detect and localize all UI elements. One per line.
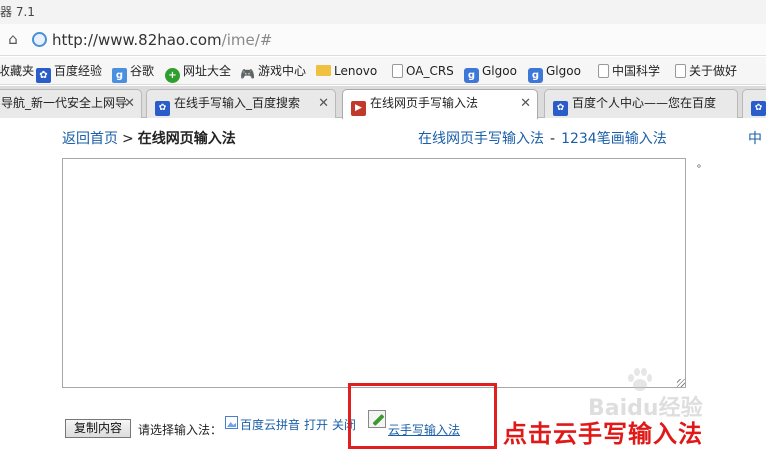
bookmark-glgoo-1[interactable]: g Glgoo xyxy=(464,62,517,83)
tab-label: 在线网页手写输入法 xyxy=(370,96,479,110)
baidu-paw-icon: ✿ xyxy=(751,101,766,116)
baidu-pinyin-link[interactable]: 百度云拼音 xyxy=(240,418,300,432)
choose-ime-label: 请选择输入法： xyxy=(138,423,223,437)
tab-baidu-center[interactable]: ✿ 百度个人中心——您在百度 xyxy=(544,89,738,118)
window-titlebar: 器 7.1 xyxy=(0,0,766,24)
glgoo-icon: g xyxy=(528,68,543,83)
baidu-watermark: Baidu经验 xyxy=(588,368,766,421)
watermark-text: Baidu经验 xyxy=(588,396,703,421)
image-icon xyxy=(225,416,238,429)
bookmark-about[interactable]: 关于做好 xyxy=(675,62,737,80)
handwriting-ime-link[interactable]: 在线网页手写输入法 xyxy=(418,131,544,147)
cloud-handwriting-link[interactable]: 云手写输入法 xyxy=(388,421,460,438)
bookmark-favorites[interactable]: 收藏夹 xyxy=(0,62,34,80)
baidu-paw-icon: ✿ xyxy=(36,68,51,83)
ime-links: 在线网页手写输入法 -1234笔画输入法 xyxy=(418,128,667,148)
breadcrumb: 返回首页 > 在线网页输入法 xyxy=(62,128,236,148)
open-link[interactable]: 打开 xyxy=(304,418,328,432)
tab-navigation[interactable]: 导航_新一代安全上网导 ✕ xyxy=(0,89,142,118)
punctuation-mark: 。 xyxy=(697,159,707,170)
tab-baidu-search[interactable]: ✿ 在线手写输入_百度搜索 ✕ xyxy=(146,89,336,118)
pinyin-controls: 百度云拼音 打开 关闭 xyxy=(225,416,356,433)
baidu-paw-icon: ✿ xyxy=(553,101,568,116)
site-icon: ▶ xyxy=(351,101,366,116)
hao-icon: + xyxy=(165,68,180,83)
tab-handwriting-ime[interactable]: ▶ 在线网页手写输入法 ✕ xyxy=(342,89,538,119)
bookmark-oa-crs[interactable]: OA_CRS xyxy=(392,62,454,80)
home-icon[interactable]: ⌂ xyxy=(4,30,22,48)
window-title: 器 7.1 xyxy=(0,5,35,19)
copy-content-button[interactable]: 复制内容 xyxy=(65,419,131,438)
bookmark-games[interactable]: 🎮 游戏中心 xyxy=(240,62,306,81)
bookmarks-bar: 收藏夹 ✿ 百度经验 g 谷歌 + 网址大全 🎮 游戏中心 Lenovo OA_CRS … xyxy=(0,57,766,85)
bookmark-cas[interactable]: 中国科学 xyxy=(598,62,660,80)
tab-label: 导航_新一代安全上网导 xyxy=(1,96,128,110)
page-icon xyxy=(598,64,609,78)
tab-baidu-extra[interactable]: ✿ xyxy=(742,89,766,118)
page-title: 在线网页输入法 xyxy=(137,131,236,147)
tab-label: 在线手写输入_百度搜索 xyxy=(174,96,301,110)
text-input-area[interactable] xyxy=(62,158,686,388)
url-input[interactable]: http://www.82hao.com/ime/# xyxy=(30,28,766,52)
breadcrumb-separator: > xyxy=(122,131,134,147)
folder-icon xyxy=(316,65,331,76)
tab-strip: 导航_新一代安全上网导 ✕ ✿ 在线手写输入_百度搜索 ✕ ▶ 在线网页手写输入法 … xyxy=(0,86,766,119)
bookmark-hao[interactable]: + 网址大全 xyxy=(165,62,231,83)
bookmark-lenovo[interactable]: Lenovo xyxy=(316,62,377,80)
google-icon: g xyxy=(112,68,127,83)
url-text: http://www.82hao.com/ime/# xyxy=(52,31,273,49)
bookmark-baidu-jingyan[interactable]: ✿ 百度经验 xyxy=(36,62,102,83)
page-icon xyxy=(392,64,403,78)
tab-label: 百度个人中心——您在百度 xyxy=(572,96,717,110)
gamepad-icon: 🎮 xyxy=(240,67,255,81)
close-icon[interactable]: ✕ xyxy=(520,90,531,117)
glgoo-icon: g xyxy=(464,68,479,83)
stroke-ime-link[interactable]: 1234笔画输入法 xyxy=(561,131,667,147)
pencil-icon[interactable] xyxy=(368,410,386,428)
baidu-paw-icon xyxy=(626,368,652,392)
close-icon[interactable]: ✕ xyxy=(124,90,135,117)
link-separator: - xyxy=(550,131,556,147)
baidu-paw-icon: ✿ xyxy=(155,101,170,116)
page-icon xyxy=(675,64,686,78)
address-bar: ⌂ http://www.82hao.com/ime/# xyxy=(0,24,766,56)
back-home-link[interactable]: 返回首页 xyxy=(62,131,118,147)
bookmark-google[interactable]: g 谷歌 xyxy=(112,62,154,83)
site-globe-icon xyxy=(32,32,47,47)
close-icon[interactable]: ✕ xyxy=(318,90,329,117)
cut-off-link[interactable]: 中 xyxy=(748,128,762,148)
bookmark-glgoo-2[interactable]: g Glgoo xyxy=(528,62,581,83)
